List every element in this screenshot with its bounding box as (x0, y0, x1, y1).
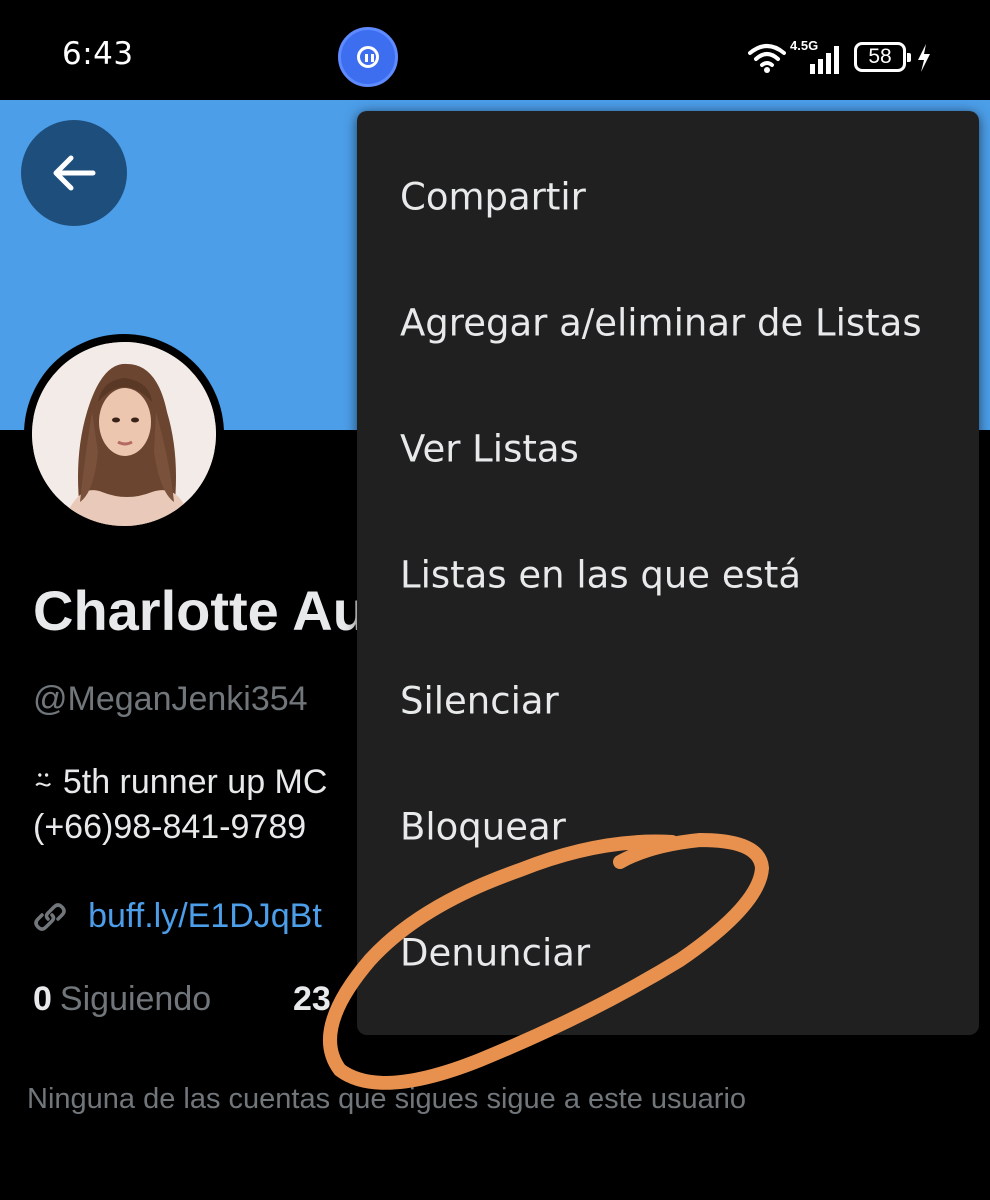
tab-media[interactable] (740, 1190, 940, 1200)
website-link[interactable]: buff.ly/E1DJqBt (88, 897, 322, 935)
menu-item-view-lists[interactable]: Ver Listas (357, 387, 979, 513)
overflow-menu: Compartir Agregar a/eliminar de Listas V… (357, 111, 979, 1035)
following-count: 0 (33, 980, 52, 1018)
status-bar: 6:43 4.5G 58 (0, 0, 990, 100)
battery-level: 58 (868, 45, 892, 68)
menu-item-label: Denunciar (400, 931, 591, 975)
menu-item-label: Compartir (400, 175, 586, 219)
profile-bio: ⍨ 5th runner up MC (+66)98-841-9789 (33, 760, 327, 850)
link-icon (34, 902, 66, 931)
menu-item-share[interactable]: Compartir (357, 135, 979, 261)
menu-item-add-remove-lists[interactable]: Agregar a/eliminar de Listas (357, 261, 979, 387)
menu-item-mute[interactable]: Silenciar (357, 639, 979, 765)
profile-tabs (0, 1180, 990, 1200)
following-label: Siguiendo (59, 980, 212, 1018)
profile-avatar[interactable] (24, 334, 224, 534)
following-stat[interactable]: 0 Siguiendo (33, 980, 211, 1018)
profile-handle: @MeganJenki354 (33, 680, 308, 718)
profile-name: Charlotte Au (33, 579, 367, 642)
menu-item-block[interactable]: Bloquear (357, 765, 979, 891)
tab-replies[interactable] (410, 1190, 610, 1200)
menu-item-label: Silenciar (400, 679, 559, 723)
menu-item-report[interactable]: Denunciar (357, 891, 979, 1017)
menu-item-listed-in[interactable]: Listas en las que está (357, 513, 979, 639)
back-button[interactable] (21, 120, 127, 226)
battery-icon: 58 (854, 42, 911, 72)
followers-count[interactable]: 23 (293, 980, 331, 1019)
avatar-photo (32, 342, 216, 526)
bio-line-2[interactable]: (+66)98-841-9789 (33, 805, 327, 850)
screen-record-button[interactable] (338, 27, 398, 87)
wifi-icon (748, 44, 786, 73)
pause-icon (357, 46, 379, 68)
arrow-left-icon (53, 155, 96, 191)
no-mutual-followers-text: Ninguna de las cuentas que sigues sigue … (27, 1083, 747, 1115)
bolt-icon (918, 44, 930, 72)
status-time: 6:43 (62, 36, 134, 72)
follow-stats: 0 Siguiendo 23 (33, 980, 331, 1019)
menu-item-label: Listas en las que está (400, 553, 802, 597)
menu-item-label: Agregar a/eliminar de Listas (400, 301, 922, 345)
signal-icon (810, 46, 839, 74)
menu-item-label: Bloquear (400, 805, 566, 849)
menu-item-label: Ver Listas (400, 427, 579, 471)
system-icons: 4.5G 58 (748, 38, 938, 76)
bio-line-1: ⍨ 5th runner up MC (33, 763, 328, 801)
tab-posts[interactable] (48, 1190, 248, 1200)
profile-website: buff.ly/E1DJqBt (33, 897, 322, 936)
